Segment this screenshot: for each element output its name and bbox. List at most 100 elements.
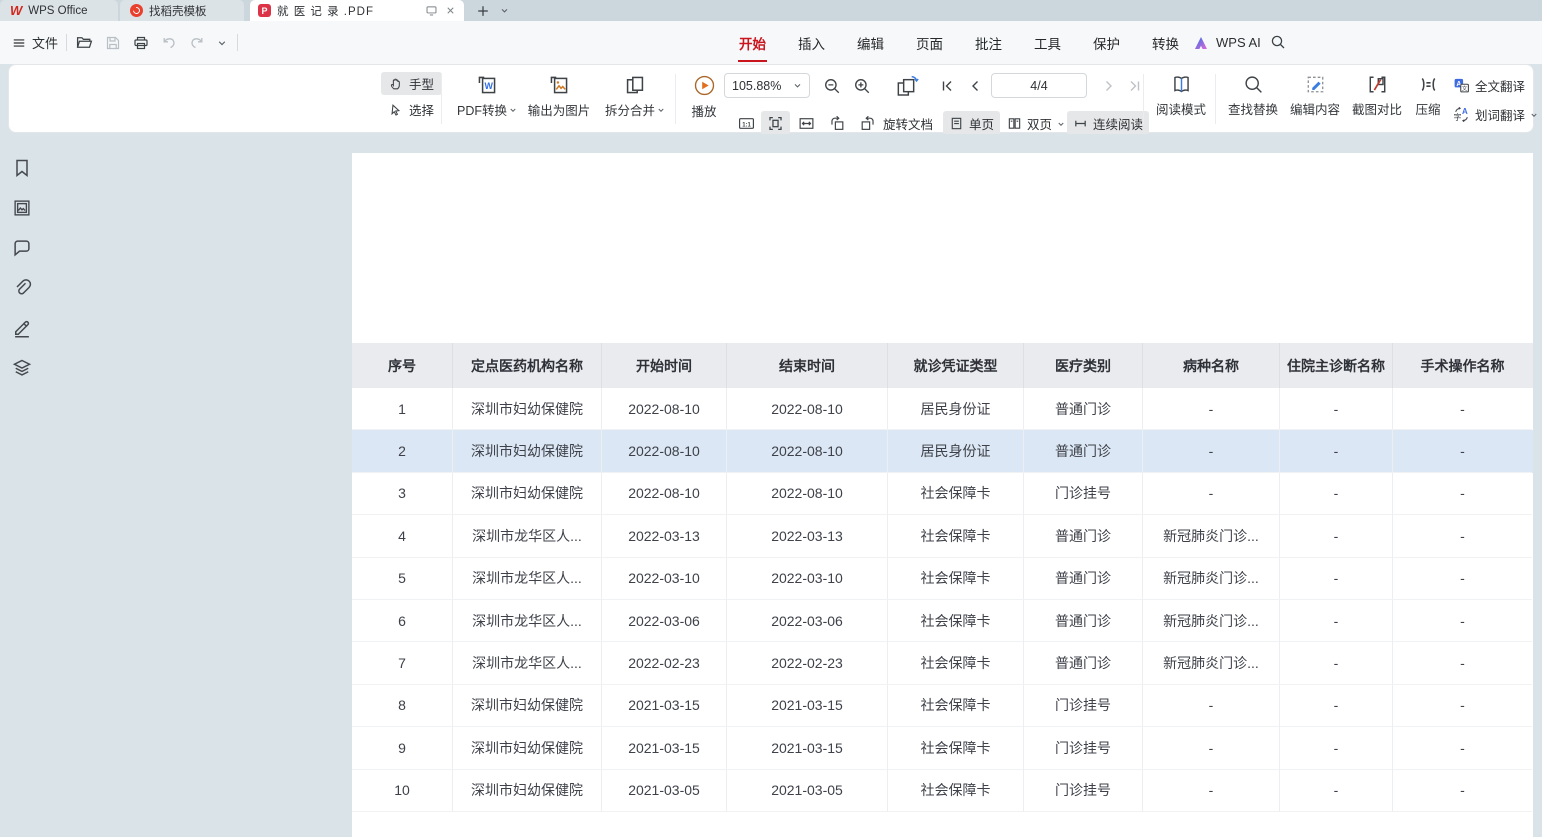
full-translate-icon: A文 — [1453, 77, 1470, 94]
table-row: 9深圳市妇幼保健院2021-03-152021-03-15社会保障卡门诊挂号--… — [352, 727, 1533, 769]
read-mode-button[interactable]: 阅读模式 — [1149, 74, 1213, 118]
bookmark-icon[interactable] — [12, 158, 32, 178]
menu-tab-3[interactable]: 页面 — [915, 31, 944, 55]
zoom-in-button[interactable] — [853, 77, 871, 95]
one-to-one-icon: 1:1 — [737, 115, 756, 132]
rotate-doc-label[interactable]: 旋转文档 — [877, 111, 939, 136]
select-tool-label: 选择 — [409, 100, 434, 119]
actual-size-button[interactable]: 1:1 — [731, 111, 762, 136]
menu-tab-7[interactable]: 转换 — [1151, 31, 1180, 55]
tab-docer[interactable]: 找稻壳模板 — [120, 0, 244, 21]
double-page-icon — [1007, 116, 1022, 131]
menu-tab-0[interactable]: 开始 — [738, 31, 767, 55]
next-page-button[interactable] — [1101, 78, 1117, 94]
rotate-left-button[interactable] — [823, 111, 852, 136]
menu-tab-4[interactable]: 批注 — [974, 31, 1003, 55]
select-tool-button[interactable]: 选择 — [381, 98, 442, 121]
compress-button[interactable]: 压缩 — [1407, 74, 1449, 118]
page-indicator: 4/4 — [1030, 79, 1047, 93]
table-cell: 深圳市龙华区人... — [453, 642, 602, 684]
play-button[interactable]: 播放 — [681, 74, 727, 120]
column-header: 定点医药机构名称 — [453, 343, 602, 388]
table-cell: 5 — [352, 558, 453, 600]
previous-page-button[interactable] — [967, 78, 983, 94]
continuous-reading-button[interactable]: 连续阅读 — [1067, 111, 1149, 136]
first-page-button[interactable] — [939, 78, 955, 94]
table-cell: - — [1143, 727, 1280, 769]
split-merge-button[interactable]: 拆分合并 — [599, 74, 671, 119]
table-cell: 深圳市妇幼保健院 — [453, 685, 602, 727]
menu-tab-6[interactable]: 保护 — [1092, 31, 1121, 55]
new-tab-button[interactable] — [476, 4, 490, 18]
edit-content-button[interactable]: 编辑内容 — [1283, 74, 1347, 118]
export-image-icon — [548, 74, 570, 96]
rotate-right-icon — [859, 115, 876, 132]
undo-button[interactable] — [161, 35, 177, 51]
menu-tab-2[interactable]: 编辑 — [856, 31, 885, 55]
table-cell: 2022-08-10 — [727, 473, 888, 515]
wps-ai-button[interactable]: WPS AI — [1194, 21, 1261, 64]
play-icon — [693, 74, 716, 97]
search-icon[interactable] — [1270, 34, 1286, 50]
print-button[interactable] — [133, 35, 149, 51]
tab-wps-home[interactable]: W WPS Office — [0, 0, 118, 21]
table-cell: 社会保障卡 — [888, 642, 1024, 684]
redo-button[interactable] — [189, 35, 205, 51]
close-tab-icon[interactable] — [445, 5, 456, 16]
table-cell: 3 — [352, 473, 453, 515]
table-cell: 2022-03-13 — [727, 515, 888, 557]
last-page-button[interactable] — [1127, 78, 1143, 94]
chevron-down-icon — [1530, 111, 1538, 119]
open-file-button[interactable] — [76, 34, 93, 51]
fit-page-button[interactable] — [761, 111, 790, 136]
more-actions-chevron-icon[interactable] — [217, 38, 227, 48]
single-page-button[interactable]: 单页 — [943, 111, 1000, 136]
table-cell: 门诊挂号 — [1024, 727, 1143, 769]
comment-icon[interactable] — [12, 238, 32, 258]
thumbnails-icon[interactable] — [12, 198, 32, 218]
double-page-button[interactable]: 双页 — [1001, 111, 1071, 136]
table-cell: - — [1393, 473, 1532, 515]
menu-tab-1[interactable]: 插入 — [797, 31, 826, 55]
table-cell: - — [1393, 430, 1532, 472]
column-header: 就诊凭证类型 — [888, 343, 1024, 388]
export-image-button[interactable]: 输出为图片 — [521, 74, 597, 119]
screenshot-compare-button[interactable]: 截图对比 — [1345, 74, 1409, 118]
table-cell: 2021-03-05 — [727, 770, 888, 812]
page-thumbnails-refresh-icon[interactable] — [895, 75, 919, 99]
fit-width-button[interactable] — [792, 111, 821, 136]
file-menu-button[interactable]: 文件 — [12, 21, 58, 64]
table-cell: 4 — [352, 515, 453, 557]
chevron-down-icon — [793, 81, 802, 90]
table-row: 7深圳市龙华区人...2022-02-232022-02-23社会保障卡普通门诊… — [352, 642, 1533, 684]
pdf-convert-button[interactable]: W PDF转换 — [449, 74, 525, 119]
table-cell: 普通门诊 — [1024, 558, 1143, 600]
column-header: 结束时间 — [727, 343, 888, 388]
menu-tab-5[interactable]: 工具 — [1033, 31, 1062, 55]
table-cell: 2022-03-13 — [602, 515, 727, 557]
tab-list-chevron-icon[interactable] — [500, 6, 509, 15]
page-number-input[interactable]: 4/4 — [991, 73, 1087, 98]
signature-pen-icon[interactable] — [12, 318, 32, 338]
find-replace-button[interactable]: 查找替换 — [1221, 74, 1285, 118]
hand-tool-button[interactable]: 手型 — [381, 72, 442, 95]
hamburger-icon — [12, 36, 26, 50]
zoom-out-button[interactable] — [823, 77, 841, 95]
split-merge-icon — [624, 74, 646, 96]
table-cell: - — [1393, 685, 1532, 727]
monitor-icon[interactable] — [425, 4, 438, 17]
split-merge-label: 拆分合并 — [605, 100, 655, 119]
attachment-icon[interactable] — [12, 278, 32, 298]
docer-logo-icon — [130, 4, 143, 17]
table-cell: 2021-03-15 — [602, 685, 727, 727]
table-cell: 2021-03-05 — [602, 770, 727, 812]
save-button[interactable] — [105, 35, 121, 51]
word-translate-button[interactable]: 字A 划词翻译 — [1453, 105, 1538, 124]
cursor-icon — [389, 103, 403, 117]
hand-icon — [389, 77, 403, 91]
layers-icon[interactable] — [12, 358, 32, 378]
zoom-level-select[interactable]: 105.88% — [724, 73, 810, 98]
full-translate-button[interactable]: A文 全文翻译 — [1453, 76, 1538, 95]
tab-document[interactable]: P 就 医 记 录 .PDF — [250, 0, 464, 21]
table-cell: - — [1143, 388, 1280, 430]
